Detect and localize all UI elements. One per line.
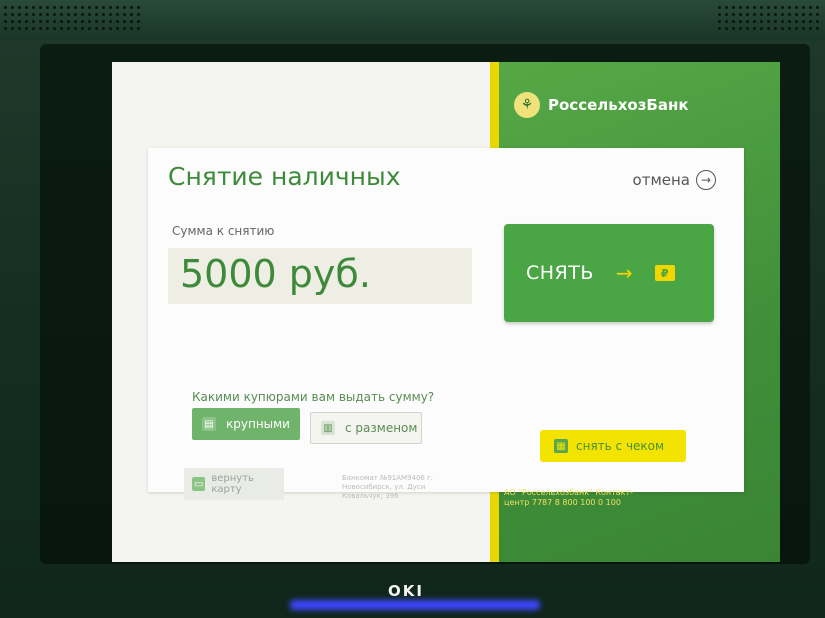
- page-title: Снятие наличных: [168, 162, 401, 191]
- atm-address: Банкомат №91АМ9406 г. Новосибирск, ул. Д…: [342, 474, 434, 500]
- atm-top-panel: [0, 0, 825, 40]
- bank-logo: ⚘ РоссельхозБанк: [514, 92, 689, 118]
- oki-logo: OKI: [388, 582, 424, 600]
- withdraw-with-receipt-button[interactable]: ▦ снять с чеком: [540, 430, 686, 462]
- withdraw-panel: Снятие наличных отмена → Сумма к снятию …: [148, 148, 744, 492]
- exit-arrow-icon: →: [696, 170, 716, 190]
- banknotes-icon: ▤: [202, 417, 216, 431]
- atm-screen: ⚘ РоссельхозБанк Снятие наличных отмена …: [112, 62, 780, 562]
- small-notes-button[interactable]: ▥ с разменом: [310, 412, 422, 444]
- contact-center: АО "Россельхозбанк" Контакт-центр 7787 8…: [504, 488, 634, 507]
- cash-icon: ₽: [654, 265, 675, 281]
- amount-value: 5000 руб.: [180, 252, 371, 296]
- atm-bezel: ⚘ РоссельхозБанк Снятие наличных отмена …: [0, 0, 825, 618]
- receipt-label: снять с чеком: [576, 439, 665, 453]
- arrow-right-icon: →: [615, 261, 633, 285]
- bank-name: РоссельхозБанк: [548, 96, 689, 114]
- return-card-button[interactable]: ▭ вернуть карту: [184, 468, 284, 500]
- speaker-grille-left: [2, 4, 142, 30]
- notes-question: Какими купюрами вам выдать сумму?: [192, 390, 435, 404]
- receipt-icon: ▦: [554, 439, 568, 453]
- card-slot-light: [290, 600, 540, 610]
- large-notes-label: крупными: [226, 417, 290, 431]
- cancel-button[interactable]: отмена →: [633, 170, 716, 190]
- withdraw-button[interactable]: СНЯТЬ → ₽: [504, 224, 714, 322]
- cancel-label: отмена: [632, 171, 690, 189]
- return-card-label: вернуть карту: [211, 473, 254, 495]
- amount-field: 5000 руб.: [168, 248, 472, 304]
- speaker-grille-right: [716, 4, 822, 30]
- card-icon: ▭: [192, 477, 206, 491]
- withdraw-label: СНЯТЬ: [526, 262, 594, 284]
- amount-label: Сумма к снятию: [172, 224, 275, 238]
- small-notes-label: с разменом: [345, 421, 418, 435]
- wheat-emblem-icon: ⚘: [514, 92, 540, 118]
- large-notes-button[interactable]: ▤ крупными: [192, 408, 300, 440]
- coins-stack-icon: ▥: [321, 421, 335, 435]
